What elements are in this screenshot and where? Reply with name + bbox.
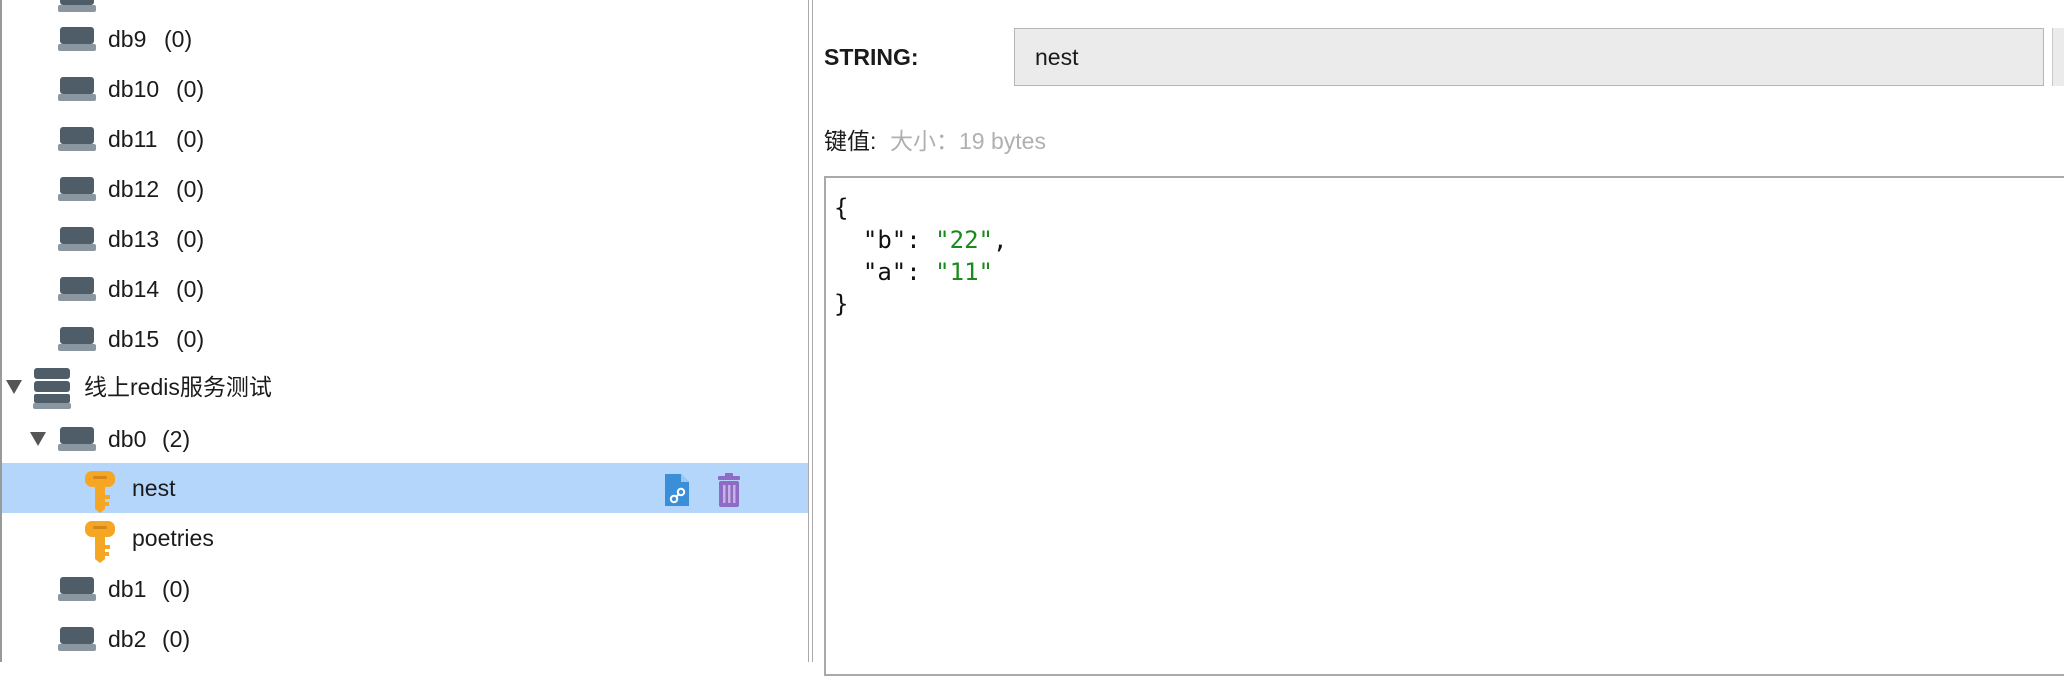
database-icon	[58, 577, 96, 601]
json-line: "b": "22",	[862, 226, 1008, 254]
key-name-field[interactable]: nest	[1014, 28, 2044, 86]
json-line: {	[834, 192, 2064, 224]
key-name: nest	[132, 475, 176, 501]
expand-toggle-icon[interactable]	[6, 380, 22, 394]
db-key-count: (2)	[162, 426, 191, 452]
json-line: "a": "11"	[862, 258, 993, 286]
tree-row-db0[interactable]: db0 (2)	[2, 414, 808, 464]
db-key-count: (0)	[176, 126, 205, 152]
db-key-count: (0)	[176, 226, 205, 252]
db-key-count: (0)	[162, 626, 191, 652]
db-name: db12	[108, 176, 160, 202]
db-key-count: (0)	[162, 576, 191, 602]
database-icon	[58, 627, 96, 651]
db-name: db2	[108, 626, 147, 652]
tree-row-db11[interactable]: db11 (0)	[2, 114, 808, 164]
tree-row-db10[interactable]: db10 (0)	[2, 64, 808, 114]
database-icon	[58, 427, 96, 451]
db-name: db13	[108, 226, 160, 252]
db-key-count: (0)	[176, 326, 205, 352]
key-icon	[85, 471, 115, 513]
key-icon	[85, 521, 115, 563]
json-string-value: "11"	[935, 258, 993, 286]
value-label: 键值:	[824, 128, 877, 154]
key-name: poetries	[132, 525, 214, 551]
json-string-value: "22"	[935, 226, 993, 254]
db-name: db0	[108, 426, 147, 452]
tree-row-db15[interactable]: db15 (0)	[2, 314, 808, 364]
json-key: "b"	[862, 226, 907, 254]
tree-row-db14[interactable]: db14 (0)	[2, 264, 808, 314]
json-line: }	[834, 288, 2064, 320]
key-detail-panel: STRING: nest 键值: 大小：19 bytes { "b": "22"…	[814, 0, 2064, 676]
db-key-count: (0)	[176, 176, 205, 202]
server-name: 线上redis服务测试	[84, 374, 272, 400]
db-name: db10	[108, 76, 160, 102]
database-icon	[58, 0, 96, 12]
db-key-count: (0)	[176, 76, 205, 102]
json-brace-close: }	[834, 290, 849, 318]
database-icon	[58, 177, 96, 201]
trash-icon[interactable]	[714, 473, 744, 507]
value-editor[interactable]: { "b": "22", "a": "11" }	[824, 176, 2064, 676]
database-icon	[58, 27, 96, 51]
db-name: db11	[108, 126, 158, 152]
db-key-count: (0)	[164, 26, 193, 52]
tree-row-key-poetries[interactable]: poetries	[2, 513, 808, 563]
database-icon	[58, 327, 96, 351]
database-icon	[58, 227, 96, 251]
tree-row-key-nest[interactable]: nest	[2, 463, 808, 513]
db-name: db1	[108, 576, 147, 602]
key-action-button[interactable]	[2052, 28, 2064, 86]
database-icon	[58, 77, 96, 101]
db-key-count: (0)	[176, 276, 205, 302]
db-name: db15	[108, 326, 160, 352]
key-type-label: STRING:	[824, 44, 919, 70]
tree-row-db1[interactable]: db1 (0)	[2, 564, 808, 614]
database-icon	[58, 277, 96, 301]
json-brace-open: {	[834, 194, 849, 222]
json-key: "a"	[862, 258, 907, 286]
tree-row-db2[interactable]: db2 (0)	[2, 614, 808, 662]
server-stack-icon	[33, 368, 71, 409]
tree-row-db12[interactable]: db12 (0)	[2, 164, 808, 214]
tree-row-server[interactable]: 线上redis服务测试	[2, 362, 808, 412]
expand-toggle-icon[interactable]	[30, 432, 46, 446]
connection-tree: db9 (0) db10 (0) db11 (0) db12 (0) db13 …	[0, 0, 810, 662]
tree-row-db9[interactable]: db9 (0)	[2, 14, 808, 64]
db-name: db9	[108, 26, 147, 52]
database-icon	[58, 127, 96, 151]
value-size-label: 大小：19 bytes	[890, 128, 1046, 154]
copy-link-icon[interactable]	[662, 473, 692, 507]
db-name: db14	[108, 276, 160, 302]
pane-splitter[interactable]	[808, 0, 813, 662]
tree-row-db13[interactable]: db13 (0)	[2, 214, 808, 264]
